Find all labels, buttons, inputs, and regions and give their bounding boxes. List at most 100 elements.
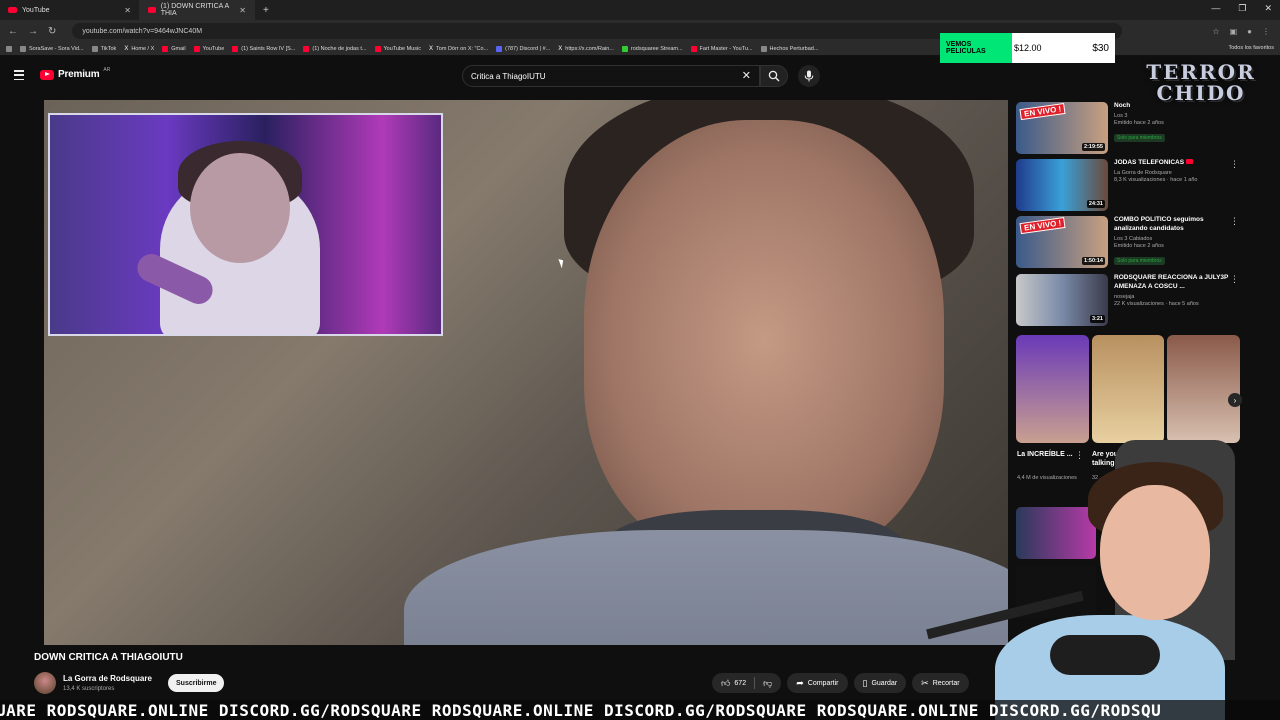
video-stats: 22 K visualizaciones · hace 5 años [1114,300,1199,307]
save-button[interactable]: ▯ Guardar [853,673,907,693]
browser-tab-video[interactable]: (1) DOWN CRITICA A THIA ✕ [140,0,255,20]
close-tab-icon[interactable]: ✕ [124,6,131,15]
reload-icon[interactable]: ↻ [48,26,56,37]
thumbs-down-icon[interactable]: 👎︎ [763,678,772,689]
bookmark-item[interactable]: rodsquaree Stream... [621,45,683,52]
browser-tab-label: (1) DOWN CRITICA A THIA [160,3,229,17]
bookmark-label: Fart Master - YouTu... [699,45,753,52]
embedded-webcam-overlay [48,113,443,336]
recommended-video[interactable]: 24:31 JODAS TELEFONICAS La Gorra de Rods… [1016,159,1234,211]
bookmark-item[interactable]: Xhttps://x.com/Rain... [558,46,614,52]
shorts-next-button[interactable]: › [1228,393,1242,407]
tiktok-icon [91,45,98,52]
microphone-icon [804,70,814,82]
browser-tab-youtube[interactable]: YouTube ✕ [0,0,140,20]
forward-icon[interactable]: → [28,26,38,37]
short-thumbnail[interactable] [1016,335,1089,443]
bookmark-item[interactable]: SoraSave - Sora Vid... [20,45,84,52]
bookmark-item[interactable]: (1) Noche de jodas t... [303,45,367,52]
x-icon: X [558,45,563,52]
extensions-icon[interactable]: ▣ [1230,27,1238,36]
more-actions-icon[interactable]: ⋮ [1230,159,1239,170]
search-input[interactable]: Critica a ThiagoIUTU ✕ [462,65,760,87]
bookmark-label: YouTube [202,45,225,52]
video-player[interactable] [44,100,1008,645]
new-tab-icon[interactable]: + [255,5,277,16]
bookmark-label: (1) Noche de jodas t... [312,45,367,52]
short-thumbnail[interactable] [1091,335,1165,443]
bookmark-icon [760,45,767,52]
more-actions-icon[interactable]: ⋮ [1230,274,1239,285]
discord-icon [496,45,503,52]
recommended-video[interactable]: 3:21 RODSQUARE REACCIONA a JULY3P AMENAZ… [1016,274,1234,326]
duration-badge: 24:31 [1086,200,1105,208]
video-stats: Emitido hace 2 años [1114,119,1164,126]
subscribe-button[interactable]: Suscribirme [168,674,225,692]
youtube-favicon-icon [8,7,17,13]
youtube-logo[interactable]: Premium AR [40,67,110,80]
recommended-video[interactable]: EN VIVO ! 1:50:14 COMBO POLITICO seguimo… [1016,216,1234,268]
bookmark-label: Home / X [131,45,155,52]
like-divider [754,677,756,689]
bookmark-item[interactable]: YouTube [193,45,225,52]
video-stats: 8,3 K visualizaciones · hace 1 año [1114,176,1198,183]
bookmark-item[interactable]: Hechos Perturbad... [760,45,818,52]
thumbs-up-icon: 👍︎ [721,677,731,688]
channel-name[interactable]: La Gorra de Rodsquare [63,674,152,683]
share-arrow-icon: ➦ [796,677,804,688]
video-meta: RODSQUARE REACCIONA a JULY3P AMENAZA A C… [1114,274,1234,326]
bookmark-item[interactable]: Gmail [162,45,186,52]
all-bookmarks[interactable]: Todos los favoritos [1228,45,1274,51]
x-icon: X [429,45,434,52]
clear-search-icon[interactable]: ✕ [742,69,751,82]
video-title: JODAS TELEFONICAS [1114,159,1234,168]
channel-avatar[interactable] [34,672,56,694]
minimize-icon[interactable]: — [1211,3,1220,14]
video-title: DOWN CRITICA A THIAGOIUTU [34,652,183,663]
short-thumbnail[interactable] [1167,335,1241,443]
browser-tabbar: YouTube ✕ (1) DOWN CRITICA A THIA ✕ + — … [0,0,1280,20]
voice-search-button[interactable] [798,65,820,87]
back-icon[interactable]: ← [8,26,18,37]
youtube-icon [303,45,310,52]
bookmark-icon: ▯ [862,677,868,688]
more-actions-icon[interactable]: ⋮ [1230,216,1239,227]
logo-text: Premium [58,69,100,80]
video-meta: COMBO POLITICO seguimos analizando candi… [1114,216,1234,268]
bookmark-item[interactable]: Fart Master - YouTu... [690,45,753,52]
close-tab-icon[interactable]: ✕ [239,6,246,15]
x-icon: X [124,45,129,52]
share-button[interactable]: ➦ Compartir [787,673,848,693]
more-menu-icon[interactable]: ⋮ [1262,27,1270,36]
apps-icon[interactable] [6,45,12,52]
duration-badge: 2:19:55 [1082,143,1105,151]
bookmark-item[interactable]: YouTube Music [374,45,421,52]
bookmark-item[interactable]: X Tom Dörr on X: "Co... [429,46,488,52]
search-button[interactable] [760,65,788,87]
promo-label: VEMOS PELICULAS [940,33,1012,63]
hamburger-menu-icon[interactable] [14,70,24,80]
bookmark-label: TikTok [100,45,117,52]
profile-icon[interactable]: ● [1247,27,1252,36]
members-only-badge: Solo para miembros [1114,133,1165,142]
restore-icon[interactable]: ❐ [1238,3,1246,14]
scrolling-ticker: UARE RODSQUARE.ONLINE DISCORD.GG/RODSQUA… [0,700,1280,720]
bookmark-item[interactable]: (787) Discord | #... [496,45,550,52]
like-button[interactable]: 👍︎ 672 👎︎ [712,673,782,693]
video-frame-face [584,120,944,560]
channel-name: Los 3 [1114,112,1128,119]
bookmark-item[interactable]: (1) Saints Row IV [S... [232,45,295,52]
youtube-music-icon [374,45,381,52]
subscriber-count: 13,4 K suscriptores [63,686,115,692]
bookmark-item[interactable]: X Home / X [124,46,154,52]
bookmark-star-icon[interactable]: ☆ [1212,27,1219,36]
video-thumbnail: EN VIVO ! 1:50:14 [1016,216,1108,268]
recommended-video[interactable]: EN VIVO ! 2:19:55 Noch Los 3 Emitido hac… [1016,102,1234,154]
duration-badge: 3:21 [1089,315,1105,323]
bookmark-item[interactable]: TikTok [91,45,117,52]
toolbar-icons: ☆ ▣ ● ⋮ [1212,27,1280,36]
gmail-icon [162,45,169,52]
screen: YouTube ✕ (1) DOWN CRITICA A THIA ✕ + — … [0,0,1280,720]
search-value: Critica a ThiagoIUTU [471,71,546,81]
close-window-icon[interactable]: ✕ [1264,3,1272,14]
